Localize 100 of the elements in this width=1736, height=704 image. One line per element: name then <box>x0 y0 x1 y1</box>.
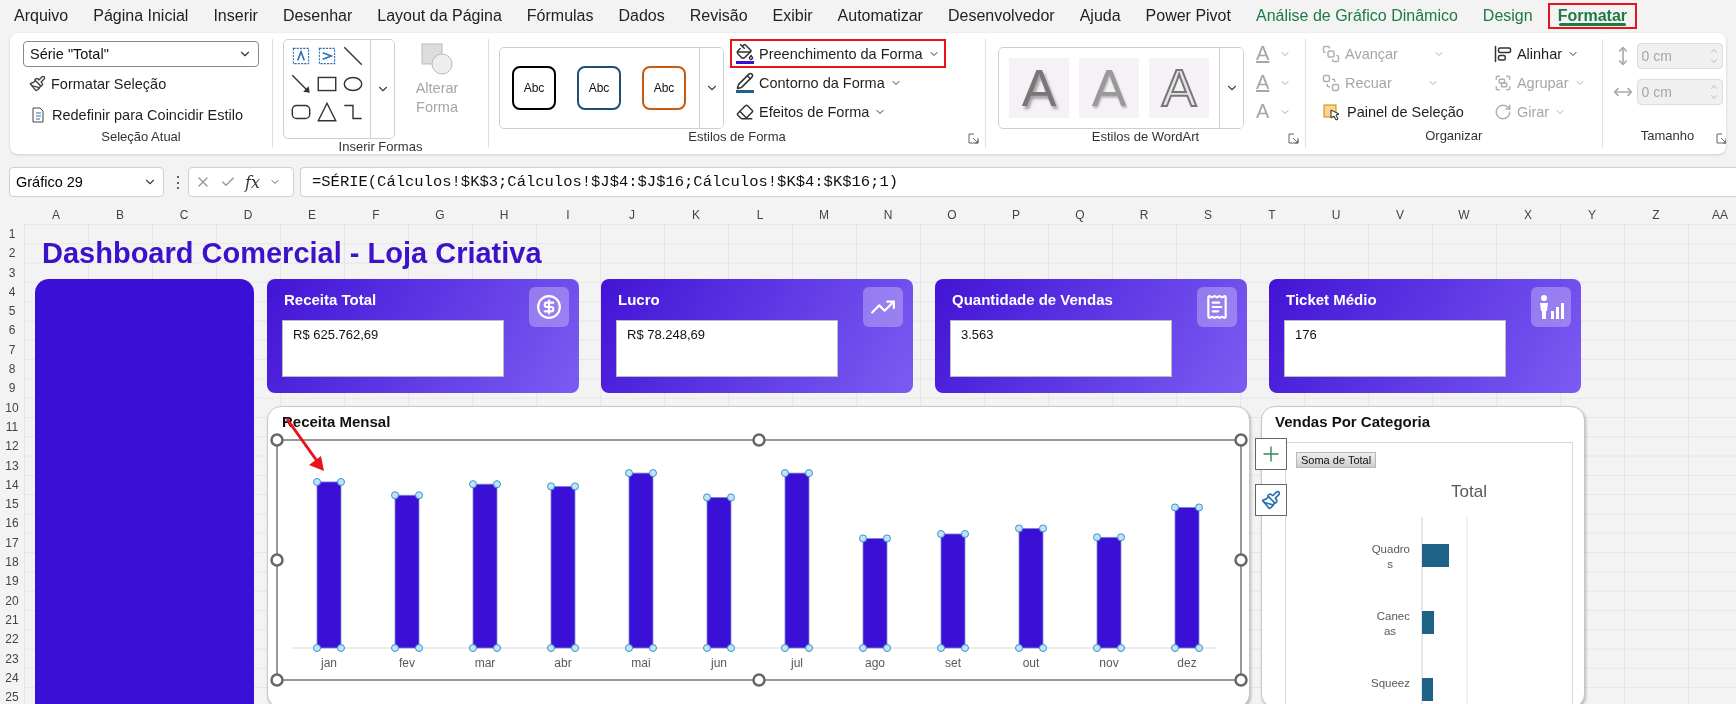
column-header[interactable]: G <box>408 206 472 224</box>
column-header[interactable]: B <box>88 206 152 224</box>
kpi-title: Receita Total <box>284 291 377 308</box>
ribbon-command[interactable]: Alinhar <box>1487 39 1592 68</box>
row-header[interactable]: 2 <box>0 244 24 264</box>
menu-tab[interactable]: Inserir <box>203 2 268 29</box>
shape-style-preset[interactable]: Abc <box>577 66 621 110</box>
category-label: Canec as <box>1376 610 1410 637</box>
column-header[interactable]: H <box>472 206 536 224</box>
column-header[interactable]: P <box>984 206 1048 224</box>
name-box[interactable]: Gráfico 29 <box>9 167 164 197</box>
column-header[interactable]: AA <box>1688 206 1736 224</box>
row-header[interactable]: 7 <box>0 340 24 361</box>
column-header[interactable]: J <box>600 206 664 224</box>
row-header[interactable]: 1 <box>0 225 24 245</box>
axis-label: abr <box>554 656 572 670</box>
column-header[interactable]: N <box>856 206 920 224</box>
row-header[interactable]: 13 <box>0 456 24 476</box>
category-label: Quadro s <box>1371 543 1410 570</box>
row-header[interactable]: 11 <box>0 417 24 438</box>
axis-label: dez <box>1177 656 1197 670</box>
menu-tab[interactable]: Dados <box>608 2 675 29</box>
column-header[interactable]: I <box>536 206 600 224</box>
menu-tab[interactable]: Página Inicial <box>83 2 199 29</box>
row-header[interactable]: 16 <box>0 514 24 534</box>
menu-tab[interactable]: Layout da Página <box>367 2 512 29</box>
ribbon-command[interactable]: Efeitos de Forma <box>730 97 946 126</box>
row-header[interactable]: 8 <box>0 360 24 380</box>
column-header[interactable]: K <box>664 206 728 224</box>
row-header[interactable]: 4 <box>0 282 24 303</box>
column-header[interactable]: M <box>792 206 856 224</box>
column-header[interactable]: L <box>728 206 792 224</box>
row-header[interactable]: 21 <box>0 610 24 631</box>
ribbon-command[interactable]: Preenchimento da Forma <box>730 39 946 68</box>
menu-tab[interactable]: Exibir <box>762 2 823 29</box>
menu-tab[interactable]: Desenhar <box>272 2 363 29</box>
wordart-preset[interactable]: A <box>1009 58 1069 118</box>
menu-tab[interactable]: Design <box>1472 2 1543 29</box>
kpi-title: Lucro <box>618 291 660 308</box>
field-button[interactable]: Soma de Total <box>1296 452 1377 468</box>
menu-tab[interactable]: Ajuda <box>1069 2 1131 29</box>
menu-tab[interactable]: Automatizar <box>827 2 933 29</box>
formula-field[interactable]: =SÉRIE(Cálculos!$K$3;Cálculos!$J$4:$J$16;Cálculos!$K$4:$K$16;1) <box>300 167 1736 197</box>
axis-label: out <box>1022 656 1040 670</box>
row-header[interactable]: 25 <box>0 688 24 704</box>
ribbon-command[interactable]: Contorno da Forma <box>730 68 946 97</box>
column-header[interactable]: T <box>1240 206 1304 224</box>
row-header[interactable]: 22 <box>0 630 24 650</box>
kpi-value: R$ 625.762,69 <box>282 320 504 377</box>
column-header[interactable]: Q <box>1048 206 1112 224</box>
series-dropdown[interactable]: Série "Total" <box>23 41 259 67</box>
column-header[interactable]: C <box>152 206 216 224</box>
column-header[interactable]: X <box>1496 206 1560 224</box>
group-label: Tamanho <box>1640 128 1695 145</box>
ribbon-command[interactable]: Formatar Seleção <box>23 69 259 98</box>
menu-tab[interactable]: Revisão <box>679 2 758 29</box>
column-header[interactable]: F <box>344 206 408 224</box>
row-header[interactable]: 14 <box>0 475 24 496</box>
row-header[interactable]: 12 <box>0 437 24 457</box>
column-header[interactable]: Z <box>1624 206 1688 224</box>
row-header[interactable]: 19 <box>0 572 24 592</box>
column-header[interactable]: A <box>24 206 88 224</box>
axis-label: ago <box>865 656 885 670</box>
axis-label: jun <box>711 656 727 670</box>
row-header[interactable]: 3 <box>0 263 24 283</box>
column-header[interactable]: W <box>1432 206 1496 224</box>
row-header[interactable]: 17 <box>0 533 24 554</box>
insert-function-button[interactable]: fx <box>245 172 260 192</box>
row-header[interactable]: 24 <box>0 668 24 689</box>
column-header[interactable]: E <box>280 206 344 224</box>
menu-tab[interactable]: Arquivo <box>4 2 79 29</box>
row-header[interactable]: 9 <box>0 379 24 399</box>
menu-tab[interactable]: Fórmulas <box>516 2 604 29</box>
row-header[interactable]: 23 <box>0 649 24 669</box>
column-header[interactable]: Y <box>1560 206 1624 224</box>
row-header[interactable]: 20 <box>0 591 24 611</box>
row-header[interactable]: 10 <box>0 398 24 418</box>
kpi-value: 176 <box>1284 320 1506 377</box>
axis-label: jan <box>321 656 337 670</box>
row-header[interactable]: 6 <box>0 321 24 341</box>
row-header[interactable]: 18 <box>0 553 24 573</box>
row-header[interactable]: 15 <box>0 495 24 515</box>
dashboard-title: Dashboard Comercial - Loja Criativa <box>41 236 543 271</box>
more-options[interactable]: ⋮ <box>170 172 182 192</box>
column-header[interactable]: U <box>1304 206 1368 224</box>
column-header[interactable]: R <box>1112 206 1176 224</box>
shape-style-preset[interactable]: Abc <box>642 66 686 110</box>
group-label: Seleção Atual <box>101 129 181 146</box>
shape-style-preset[interactable]: Abc <box>512 66 556 110</box>
row-header[interactable]: 5 <box>0 302 24 322</box>
ribbon-command[interactable]: Painel de Seleção <box>1316 97 1470 126</box>
ribbon-command[interactable]: Redefinir para Coincidir Estilo <box>23 100 259 129</box>
column-header[interactable]: V <box>1368 206 1432 224</box>
menu-tab[interactable]: Análise de Gráfico Dinâmico <box>1245 2 1468 29</box>
menu-tab[interactable]: Formatar <box>1547 2 1637 29</box>
column-header[interactable]: O <box>920 206 984 224</box>
menu-tab[interactable]: Power Pivot <box>1135 2 1241 29</box>
column-header[interactable]: D <box>216 206 280 224</box>
column-header[interactable]: S <box>1176 206 1240 224</box>
menu-tab[interactable]: Desenvolvedor <box>937 2 1065 29</box>
